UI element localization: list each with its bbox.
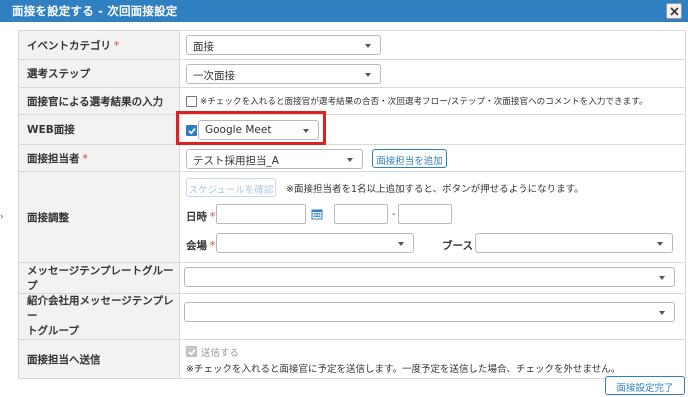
chevron-down-icon <box>365 44 371 48</box>
interviewer-input-note: ※チェックを入れると面接官が選考結果の合否・次回選考フロー/ステップ・次面接官へ… <box>200 97 648 107</box>
row-web-interview: WEB面接 Google Meet <box>18 114 686 145</box>
selection-step-select[interactable]: 一次面接 <box>186 64 381 84</box>
chevron-down-icon <box>659 311 665 315</box>
date-input[interactable] <box>216 204 306 224</box>
required-mark: * <box>82 152 88 165</box>
required-mark: * <box>114 39 120 52</box>
event-category-select[interactable]: 面接 <box>186 35 381 55</box>
chevron-down-icon <box>347 158 353 162</box>
interviewer-select[interactable]: テスト採用担当_A <box>186 149 363 169</box>
row-event-category: イベントカテゴリ * 面接 <box>18 30 686 60</box>
label-web-interview: WEB面接 <box>18 114 180 145</box>
label-send-to-interviewer: 面接担当へ送信 <box>18 339 180 379</box>
send-checkbox-label: 送信する <box>201 348 240 359</box>
start-time-input[interactable] <box>334 204 388 224</box>
add-interviewer-button[interactable]: 面接担当を追加 <box>372 149 447 168</box>
row-send-to-interviewer: 面接担当へ送信 送信する ※チェックを入れると面接官に予定を送信します。一度予定… <box>18 339 686 379</box>
row-message-group: メッセージテンプレートグループ <box>18 262 686 294</box>
row-selection-step: 選考ステップ 一次面接 <box>18 59 686 88</box>
close-icon <box>670 7 679 16</box>
calendar-icon[interactable] <box>311 208 323 220</box>
booth-select[interactable] <box>475 233 673 253</box>
complete-interview-setup-button[interactable]: 面接設定完了 <box>605 376 685 395</box>
end-time-input[interactable] <box>398 204 452 224</box>
message-group-select[interactable] <box>184 267 675 287</box>
check-schedule-button[interactable]: スケジュールを確認 <box>186 178 276 197</box>
agency-message-group-select[interactable] <box>184 302 675 322</box>
interview-form: イベントカテゴリ * 面接 選考ステップ 一次面接 面接官による選考結果の入力 ※… <box>18 30 686 379</box>
booth-label: ブース <box>442 240 473 252</box>
dialog-titlebar: 面接を設定する - 次回面接設定 <box>0 0 688 22</box>
chevron-down-icon <box>398 242 404 246</box>
label-selection-step: 選考ステップ <box>18 59 180 88</box>
row-adjustment: 面接調整 スケジュールを確認 ※面接担当者を1名以上追加すると、ボタンが押せるよ… <box>18 171 686 263</box>
row-interviewer-input: 面接官による選考結果の入力 ※チェックを入れると面接官が選考結果の合否・次回選考… <box>18 87 686 115</box>
label-adjustment: 面接調整 <box>18 171 180 263</box>
dialog-title: 面接を設定する - 次回面接設定 <box>12 4 178 18</box>
row-interviewer: 面接担当者 * テスト採用担当_A 面接担当を追加 <box>18 144 686 172</box>
label-message-group: メッセージテンプレートグループ <box>18 262 180 294</box>
send-checkbox[interactable] <box>186 346 197 357</box>
checkmark-icon <box>188 348 196 356</box>
highlight-box <box>176 111 326 145</box>
required-mark: * <box>210 240 216 252</box>
chevron-down-icon <box>659 276 665 280</box>
label-interviewer-input: 面接官による選考結果の入力 <box>18 87 180 115</box>
schedule-note: ※面接担当者を1名以上追加すると、ボタンが押せるようになります。 <box>286 184 584 195</box>
chevron-down-icon <box>365 73 371 77</box>
label-interviewer: 面接担当者 * <box>18 144 180 172</box>
required-mark: * <box>210 211 216 223</box>
label-event-category: イベントカテゴリ * <box>18 30 180 60</box>
interviewer-input-checkbox[interactable] <box>186 96 197 107</box>
label-agency-message-group: 紹介会社用メッセージテンプレー トグループ <box>18 293 180 340</box>
time-separator: - <box>392 209 396 220</box>
send-note: ※チェックを入れると面接官に予定を送信します。一度予定を送信した場合、チェックを… <box>186 364 621 375</box>
venue-select[interactable] <box>216 233 414 253</box>
venue-label: 会場 * <box>186 240 216 252</box>
row-agency-message-group: 紹介会社用メッセージテンプレー トグループ <box>18 293 686 340</box>
scroll-edge-mark: › <box>0 212 4 222</box>
chevron-down-icon <box>657 242 663 246</box>
datetime-label: 日時 * <box>186 211 216 223</box>
close-button[interactable] <box>666 3 682 19</box>
